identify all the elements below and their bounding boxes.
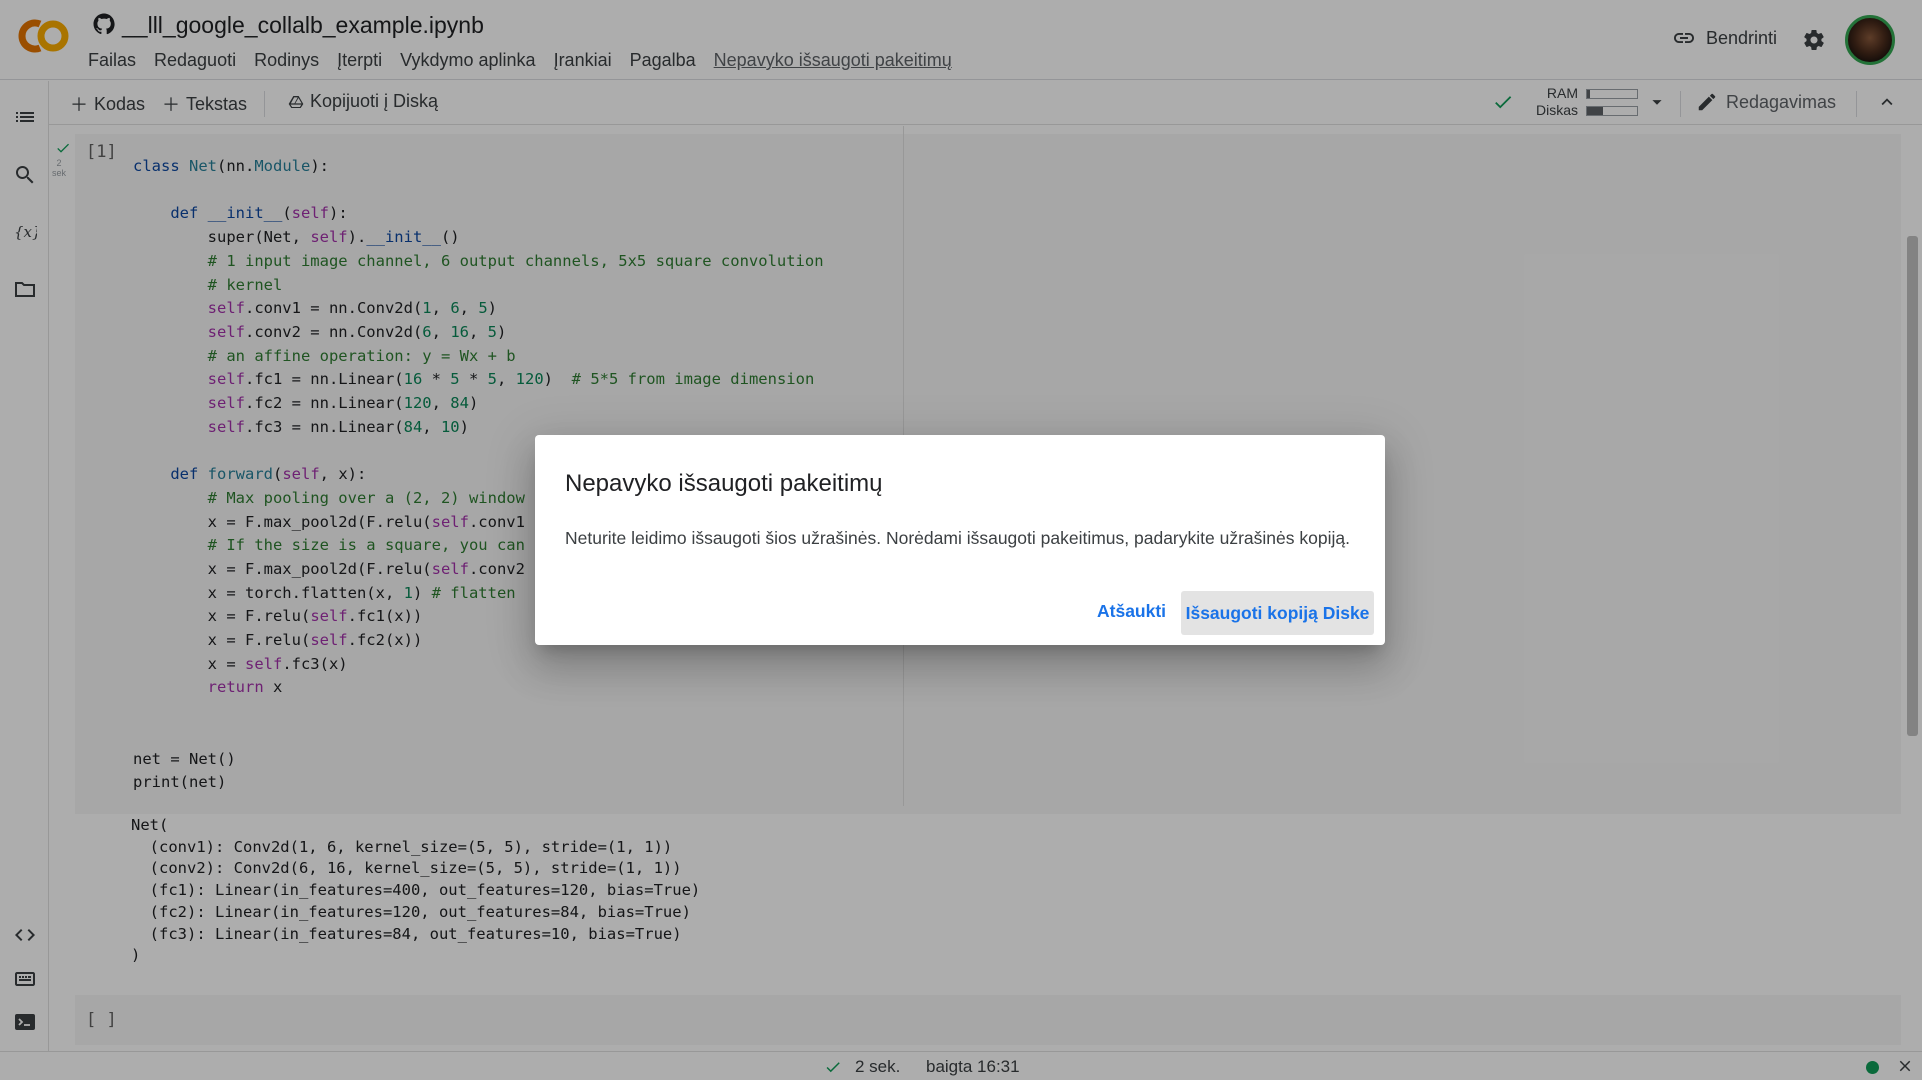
save-copy-in-drive-button[interactable]: Išsaugoti kopiją Diske (1181, 591, 1374, 635)
dialog-message: Neturite leidimo išsaugoti šios užrašinė… (565, 528, 1350, 548)
cancel-button[interactable]: Atšaukti (1087, 591, 1176, 631)
dialog-title: Nepavyko išsaugoti pakeitimų (565, 470, 883, 497)
save-failed-dialog: Nepavyko išsaugoti pakeitimų Neturite le… (535, 435, 1385, 645)
